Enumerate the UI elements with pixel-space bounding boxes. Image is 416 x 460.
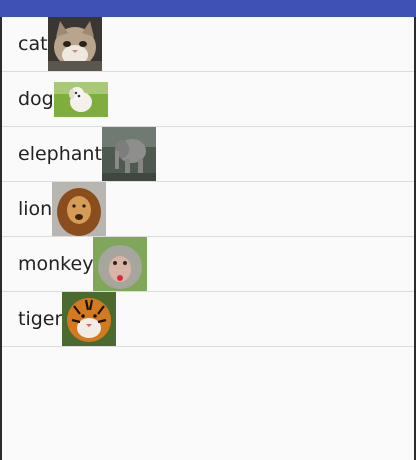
lion-photo	[52, 182, 107, 236]
app-bar	[0, 0, 416, 17]
cat-photo	[47, 17, 102, 71]
tiger-photo	[62, 292, 117, 346]
list-item-monkey[interactable]: monkey	[2, 237, 414, 292]
elephant-photo	[101, 127, 156, 181]
list-item-cat[interactable]: cat	[2, 17, 414, 72]
dog-photo	[53, 72, 108, 126]
list-item-dog[interactable]: dog	[2, 72, 414, 127]
animal-list[interactable]: cat dog elephant lion monkey tiger	[2, 17, 414, 347]
monkey-photo	[93, 237, 148, 291]
list-item-label: dog	[18, 87, 54, 110]
list-item-label: lion	[18, 197, 53, 220]
list-item-elephant[interactable]: elephant	[2, 127, 414, 182]
list-item-label: monkey	[18, 252, 94, 275]
list-item-label: cat	[18, 32, 48, 55]
list-item-label: tiger	[18, 307, 63, 330]
list-item-label: elephant	[18, 142, 102, 165]
list-item-tiger[interactable]: tiger	[2, 292, 414, 347]
list-item-lion[interactable]: lion	[2, 182, 414, 237]
